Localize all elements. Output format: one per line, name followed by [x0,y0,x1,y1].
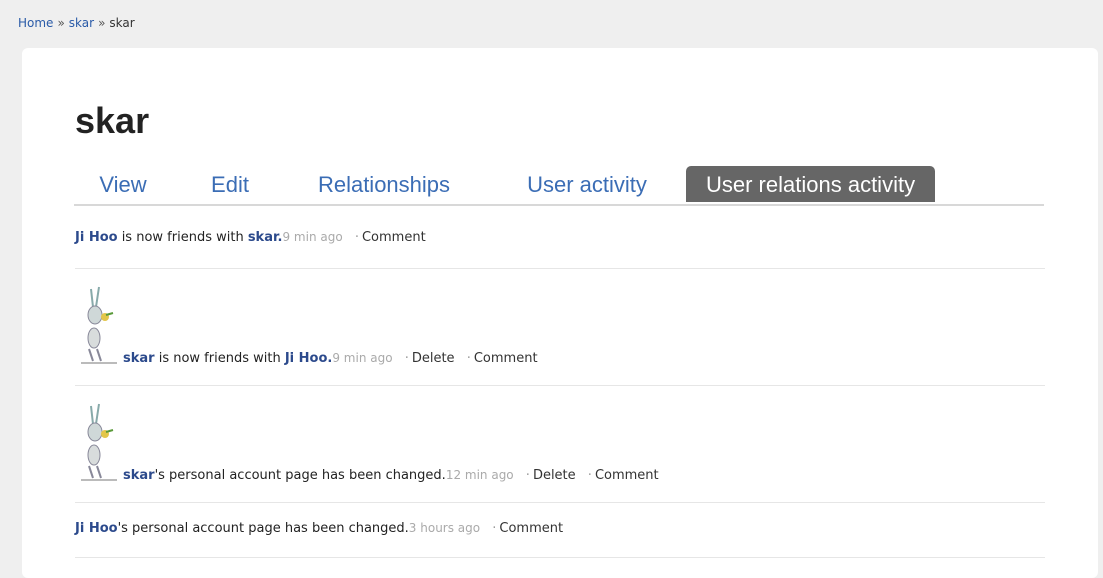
tab-relationships[interactable]: Relationships [304,166,464,202]
breadcrumb-home-link[interactable]: Home [18,16,53,30]
comment-link[interactable]: · Comment [355,230,426,245]
activity-text: skar is now friends with Ji Hoo.9 min ag… [123,351,538,366]
activity-time: 9 min ago [332,351,393,365]
tab-bar: View Edit Relationships User activity Us… [74,164,1044,206]
tab-edit[interactable]: Edit [204,166,256,202]
user-link[interactable]: skar [123,468,155,483]
activity-text: Ji Hoo's personal account page has been … [75,521,563,536]
activity-item: Ji Hoo's personal account page has been … [75,503,1045,558]
tab-view[interactable]: View [94,166,152,202]
activity-time: 12 min ago [445,468,514,482]
delete-link[interactable]: · Delete [526,468,576,483]
breadcrumb-separator: » [57,16,65,30]
tab-user-relations-activity[interactable]: User relations activity [686,166,936,202]
tab-user-activity[interactable]: User activity [512,166,662,202]
breadcrumb-separator: » [98,16,106,30]
activity-message: is now friends with [154,351,285,366]
bunny-avatar-icon[interactable] [79,283,119,371]
target-user-link[interactable]: skar [248,230,278,245]
comment-link[interactable]: · Comment [588,468,659,483]
comment-link[interactable]: · Comment [492,521,563,536]
bunny-avatar-icon[interactable] [79,400,119,488]
target-user-link[interactable]: Ji Hoo [285,351,328,366]
delete-link[interactable]: · Delete [405,351,455,366]
breadcrumb-current: skar [109,16,135,30]
activity-message: 's personal account page has been change… [117,521,409,536]
delete-link-label: Delete [532,468,576,483]
activity-message: 's personal account page has been change… [154,468,446,483]
comment-link-label: Comment [361,230,426,245]
breadcrumb: Home» skar» skar [18,16,135,30]
user-link[interactable]: Ji Hoo [75,230,118,245]
content-panel: skar View Edit Relationships User activi… [22,48,1098,578]
activity-item: Ji Hoo is now friends with skar.9 min ag… [75,216,1045,269]
activity-message: is now friends with [117,230,248,245]
page-title: skar [75,100,150,141]
user-link[interactable]: Ji Hoo [75,521,118,536]
comment-link-label: Comment [473,351,538,366]
activity-text: Ji Hoo is now friends with skar.9 min ag… [75,230,426,245]
comment-link-label: Comment [499,521,564,536]
comment-link-label: Comment [594,468,659,483]
activity-item: skar's personal account page has been ch… [75,386,1045,503]
activity-text: skar's personal account page has been ch… [123,468,659,483]
activity-time: 9 min ago [282,230,343,244]
activity-item: skar is now friends with Ji Hoo.9 min ag… [75,269,1045,386]
comment-link[interactable]: · Comment [467,351,538,366]
activity-feed: Ji Hoo is now friends with skar.9 min ag… [75,216,1045,558]
delete-link-label: Delete [411,351,455,366]
user-link[interactable]: skar [123,351,155,366]
breadcrumb-parent-link[interactable]: skar [69,16,94,30]
activity-time: 3 hours ago [408,521,481,535]
